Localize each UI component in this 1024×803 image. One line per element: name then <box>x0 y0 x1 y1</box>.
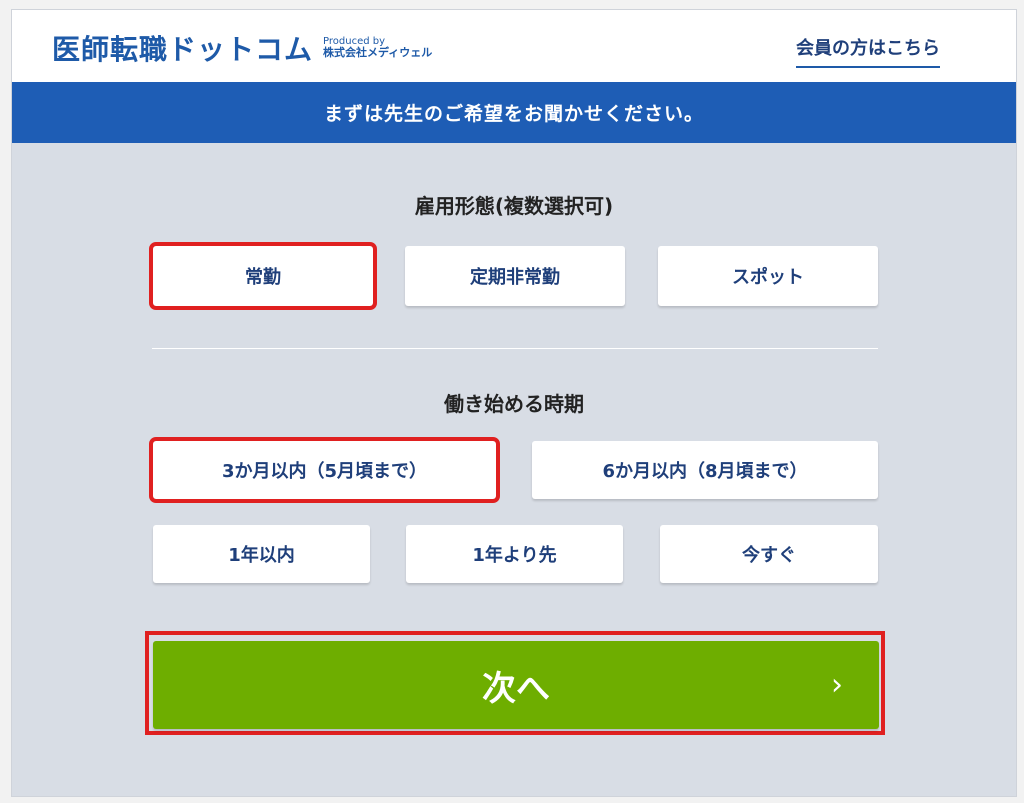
chevron-right-icon: › <box>831 667 843 703</box>
site-header: 医師転職ドットコム Produced by 株式会社メディウェル 会員の方はこち… <box>12 10 1016 82</box>
logo-text: 医師転職ドットコム <box>52 33 314 66</box>
section-divider <box>152 348 878 349</box>
timing-option-within-1-year[interactable]: 1年以内 <box>153 525 370 583</box>
employment-option-spot[interactable]: スポット <box>658 246 878 306</box>
logo-company: 株式会社メディウェル <box>323 46 433 60</box>
next-button-label: 次へ <box>482 668 550 709</box>
intro-banner: まずは先生のご希望をお聞かせください。 <box>12 82 1016 143</box>
timing-option-over-1-year[interactable]: 1年より先 <box>406 525 623 583</box>
member-login-link[interactable]: 会員の方はこちら <box>796 34 940 68</box>
site-logo[interactable]: 医師転職ドットコム Produced by 株式会社メディウェル <box>52 28 432 68</box>
form-frame: 医師転職ドットコム Produced by 株式会社メディウェル 会員の方はこち… <box>11 9 1017 797</box>
employment-option-regular-parttime[interactable]: 定期非常勤 <box>405 246 625 306</box>
start-timing-title: 働き始める時期 <box>444 392 584 416</box>
timing-option-immediately[interactable]: 今すぐ <box>660 525 878 583</box>
next-button[interactable]: 次へ › <box>153 641 879 729</box>
employment-type-title: 雇用形態(複数選択可) <box>414 194 614 218</box>
employment-option-fulltime[interactable]: 常勤 <box>149 242 377 310</box>
timing-option-within-6-months[interactable]: 6か月以内（8月頃まで） <box>532 441 878 499</box>
logo-producer: Produced by 株式会社メディウェル <box>323 36 432 59</box>
timing-option-within-3-months[interactable]: 3か月以内（5月頃まで） <box>149 437 500 503</box>
